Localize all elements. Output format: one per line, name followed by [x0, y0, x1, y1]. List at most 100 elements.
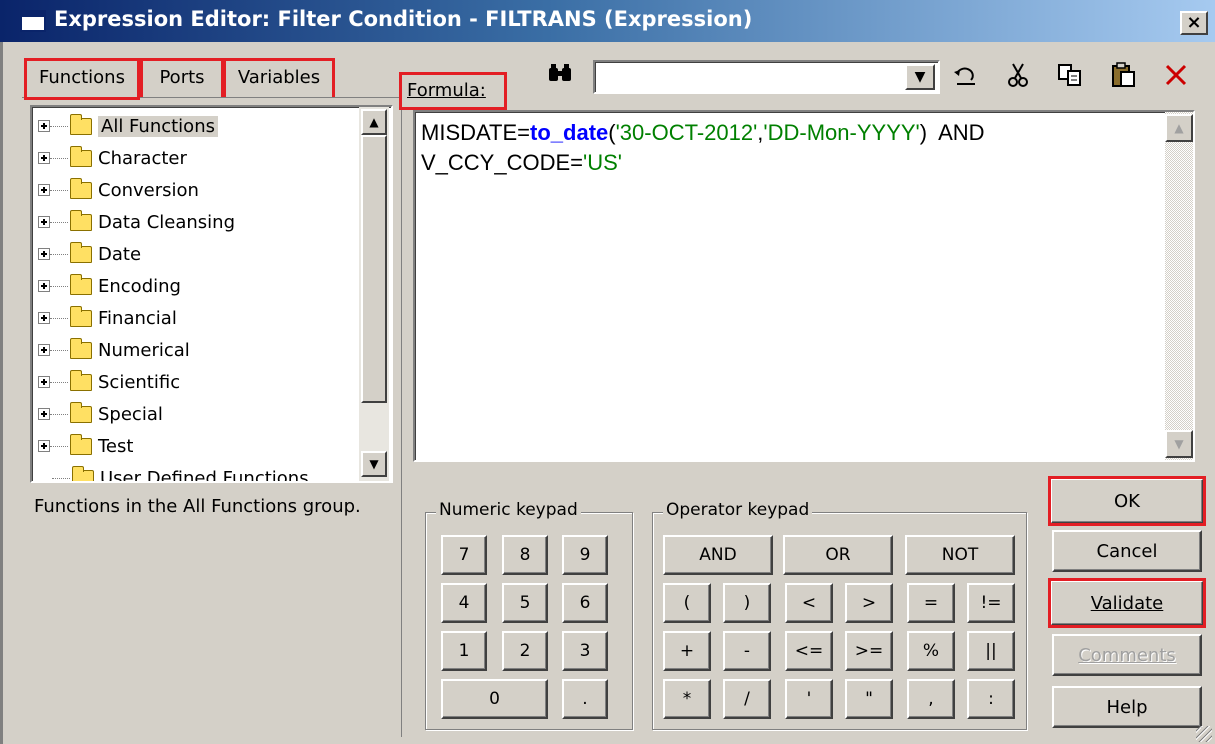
cut-icon[interactable]	[1002, 60, 1034, 90]
scroll-thumb[interactable]	[361, 135, 387, 403]
formula-token: MISDATE=	[421, 120, 531, 145]
close-button[interactable]: ×	[1180, 11, 1208, 35]
tree-item-special[interactable]: Special	[38, 399, 163, 429]
key-open-paren[interactable]: (	[663, 583, 711, 623]
key-close-paren[interactable]: )	[723, 583, 771, 623]
undo-icon[interactable]	[950, 60, 982, 90]
tree-item-date[interactable]: Date	[38, 239, 141, 269]
key-greater-than[interactable]: >	[845, 583, 893, 623]
key-multiply[interactable]: *	[663, 679, 711, 719]
key-divide[interactable]: /	[723, 679, 771, 719]
tree-item-label: User Defined Functions	[100, 467, 309, 483]
expand-icon[interactable]	[38, 408, 50, 420]
tree-item-label: Date	[98, 243, 142, 265]
tree-item-user-defined-functions[interactable]: User Defined Functions	[38, 463, 309, 483]
key-5[interactable]: 5	[502, 583, 548, 623]
tab-functions[interactable]: Functions	[24, 58, 140, 100]
chevron-down-icon[interactable]: ▼	[905, 64, 935, 90]
folder-icon	[70, 433, 92, 455]
tab-variables[interactable]: Variables	[223, 58, 335, 100]
key-7[interactable]: 7	[441, 535, 487, 575]
folder-icon	[70, 369, 92, 391]
resize-grip-icon[interactable]	[1196, 726, 1212, 742]
search-combo[interactable]: ▼	[593, 60, 940, 94]
key-and[interactable]: AND	[663, 535, 773, 575]
key-not[interactable]: NOT	[905, 535, 1015, 575]
help-button[interactable]: Help	[1052, 686, 1202, 728]
key-concat[interactable]: ||	[967, 631, 1015, 671]
key-greater-equal[interactable]: >=	[845, 631, 893, 671]
tree-item-numerical[interactable]: Numerical	[38, 335, 190, 365]
key-equals[interactable]: =	[907, 583, 955, 623]
ok-button[interactable]: OK	[1048, 476, 1206, 526]
key-less-than[interactable]: <	[785, 583, 833, 623]
key-6[interactable]: 6	[562, 583, 608, 623]
tree-item-label: Character	[98, 147, 187, 169]
expand-icon[interactable]	[38, 344, 50, 356]
expand-icon[interactable]	[38, 376, 50, 388]
scroll-up-arrow-icon[interactable]: ▲	[1165, 114, 1193, 142]
key-not-equals[interactable]: !=	[967, 583, 1015, 623]
key-percent[interactable]: %	[907, 631, 955, 671]
formula-text[interactable]: MISDATE=to_date('30-OCT-2012','DD-Mon-YY…	[421, 118, 1161, 178]
formula-string: 'DD-Mon-YYYY'	[763, 120, 920, 145]
tree-item-character[interactable]: Character	[38, 143, 187, 173]
folder-icon	[70, 241, 92, 263]
tree-item-all-functions[interactable]: All Functions	[38, 111, 218, 141]
key-or[interactable]: OR	[783, 535, 893, 575]
folder-icon	[70, 401, 92, 423]
cancel-button[interactable]: Cancel	[1052, 530, 1202, 572]
expand-icon[interactable]	[38, 216, 50, 228]
key-colon[interactable]: :	[967, 679, 1015, 719]
tree-item-scientific[interactable]: Scientific	[38, 367, 180, 397]
expand-icon[interactable]	[38, 440, 50, 452]
tree-item-conversion[interactable]: Conversion	[38, 175, 199, 205]
key-3[interactable]: 3	[562, 631, 608, 671]
folder-icon	[70, 273, 92, 295]
key-single-quote[interactable]: '	[785, 679, 833, 719]
tree-item-test[interactable]: Test	[38, 431, 133, 461]
key-4[interactable]: 4	[441, 583, 487, 623]
tree-item-label: Test	[98, 435, 134, 457]
formula-label: Formula:	[399, 72, 507, 110]
scroll-down-arrow-icon[interactable]: ▼	[361, 451, 387, 477]
key-plus[interactable]: +	[663, 631, 711, 671]
tree-item-label: Numerical	[98, 339, 190, 361]
tree-item-data-cleansing[interactable]: Data Cleansing	[38, 207, 235, 237]
expand-icon[interactable]	[38, 120, 50, 132]
paste-icon[interactable]	[1108, 60, 1140, 90]
key-0[interactable]: 0	[441, 679, 548, 719]
tree-item-label: Scientific	[98, 371, 181, 393]
key-decimal[interactable]: .	[562, 679, 608, 719]
tree-item-encoding[interactable]: Encoding	[38, 271, 181, 301]
scroll-up-arrow-icon[interactable]: ▲	[361, 109, 387, 135]
tree-item-financial[interactable]: Financial	[38, 303, 177, 333]
delete-icon[interactable]	[1160, 60, 1192, 90]
key-2[interactable]: 2	[502, 631, 548, 671]
editor-scrollbar[interactable]: ▲ ▼	[1165, 112, 1193, 460]
key-9[interactable]: 9	[562, 535, 608, 575]
expand-icon[interactable]	[38, 248, 50, 260]
find-icon[interactable]	[544, 58, 576, 88]
tab-ports[interactable]: Ports	[140, 58, 224, 100]
copy-icon[interactable]	[1054, 60, 1086, 90]
title-bar: Expression Editor: Filter Condition - FI…	[0, 0, 1215, 42]
formula-token: (	[608, 120, 616, 145]
expand-icon[interactable]	[38, 152, 50, 164]
expand-icon[interactable]	[38, 184, 50, 196]
validate-button[interactable]: Validate	[1048, 578, 1206, 628]
key-comma[interactable]: ,	[907, 679, 955, 719]
tree-scrollbar[interactable]: ▲ ▼	[359, 107, 389, 481]
expand-icon[interactable]	[38, 312, 50, 324]
key-minus[interactable]: -	[723, 631, 771, 671]
function-tree[interactable]: All Functions Character Conversion Data …	[30, 105, 393, 483]
scroll-down-arrow-icon[interactable]: ▼	[1165, 430, 1193, 458]
key-less-equal[interactable]: <=	[785, 631, 833, 671]
key-double-quote[interactable]: "	[845, 679, 893, 719]
key-1[interactable]: 1	[441, 631, 487, 671]
formula-token: ) AND	[919, 120, 985, 145]
expand-icon[interactable]	[38, 280, 50, 292]
comments-button[interactable]: Comments	[1052, 634, 1202, 676]
key-8[interactable]: 8	[502, 535, 548, 575]
formula-editor[interactable]: MISDATE=to_date('30-OCT-2012','DD-Mon-YY…	[413, 110, 1195, 462]
